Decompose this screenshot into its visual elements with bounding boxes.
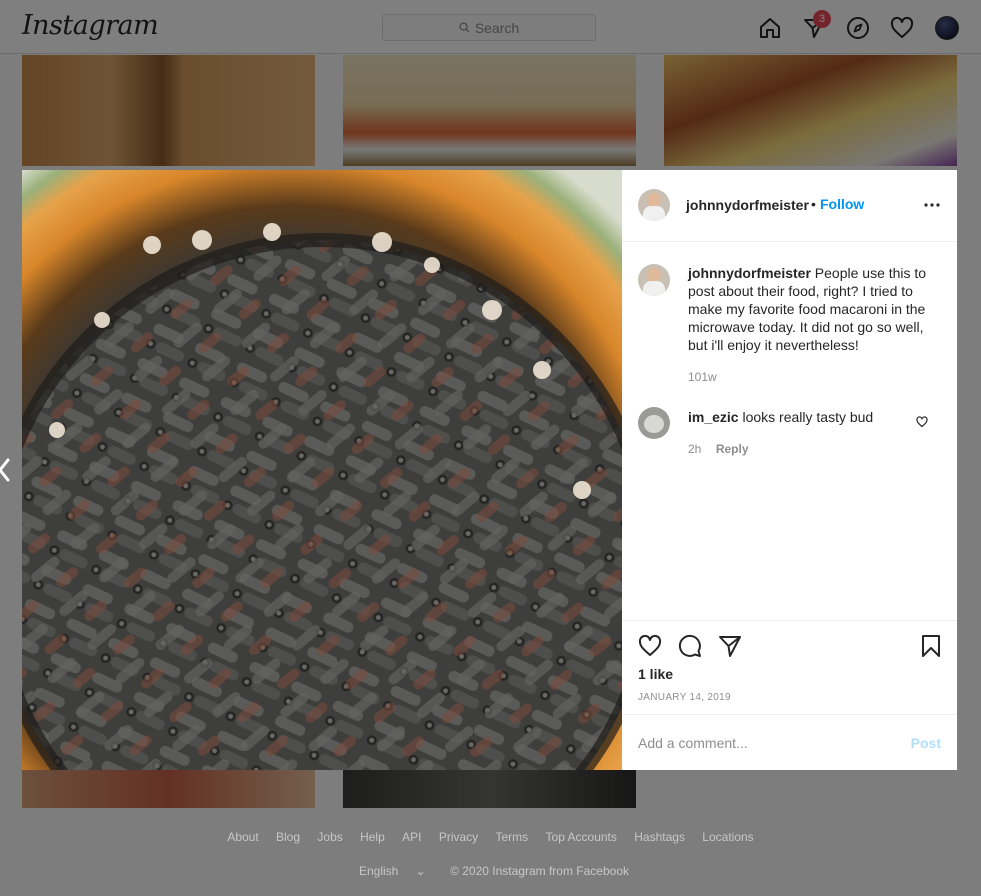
footer-link[interactable]: Locations (702, 830, 753, 844)
add-comment-input[interactable]: Add a comment... (638, 735, 748, 751)
footer-link[interactable]: Privacy (439, 830, 478, 844)
footer-link[interactable]: Blog (276, 830, 300, 844)
language-label: English (358, 864, 399, 878)
share-icon[interactable] (718, 634, 742, 658)
language-select[interactable]: English ⌄ (352, 864, 433, 878)
caption-timestamp[interactable]: 101w (688, 370, 717, 384)
footer-link[interactable]: Top Accounts (546, 830, 617, 844)
caption-avatar[interactable] (638, 264, 670, 296)
post-header: johnnydorfmeister • Follow (622, 170, 957, 242)
post-image[interactable] (22, 170, 622, 770)
footer-link[interactable]: Jobs (317, 830, 342, 844)
footer-link[interactable]: API (402, 830, 421, 844)
chevron-down-icon: ⌄ (415, 864, 426, 878)
comment-icon[interactable] (678, 634, 702, 658)
like-count[interactable]: 1 like (638, 666, 673, 682)
comment: im_ezic looks really tasty bud (688, 408, 908, 426)
burnt-macaroni-photo (22, 170, 622, 770)
footer-link[interactable]: Terms (496, 830, 529, 844)
comment-meta: 2h Reply (688, 440, 749, 458)
chevron-left-icon[interactable] (0, 458, 12, 482)
post-date[interactable]: JANUARY 14, 2019 (638, 692, 731, 703)
comment-like-heart-icon[interactable] (916, 416, 928, 428)
comment-timestamp[interactable]: 2h (688, 442, 701, 456)
post-caption: johnnydorfmeister People use this to pos… (688, 264, 938, 354)
footer-link[interactable]: Help (360, 830, 385, 844)
follow-button[interactable]: Follow (820, 196, 864, 212)
footer-link[interactable]: About (227, 830, 258, 844)
reply-button[interactable]: Reply (716, 442, 749, 456)
post-details-panel: johnnydorfmeister • Follow johnnydorfmei… (622, 170, 957, 770)
bookmark-icon[interactable] (919, 634, 943, 658)
like-heart-icon[interactable] (638, 634, 662, 658)
footer-link[interactable]: Hashtags (634, 830, 685, 844)
follow-separator: • (811, 196, 816, 212)
author-username[interactable]: johnnydorfmeister (686, 197, 809, 213)
more-icon[interactable] (924, 203, 940, 207)
copyright: © 2020 Instagram from Facebook (450, 864, 630, 878)
author-avatar[interactable] (638, 189, 670, 221)
footer-bottom: English ⌄ © 2020 Instagram from Facebook (0, 864, 981, 878)
footer-links: About Blog Jobs Help API Privacy Terms T… (0, 830, 981, 844)
comment-text: looks really tasty bud (742, 409, 874, 425)
post-comment-button[interactable]: Post (911, 735, 941, 751)
add-comment-bar: Add a comment... Post (622, 714, 957, 770)
comment-username[interactable]: im_ezic (688, 409, 739, 425)
commenter-avatar[interactable] (638, 407, 670, 439)
caption-username[interactable]: johnnydorfmeister (688, 265, 811, 281)
